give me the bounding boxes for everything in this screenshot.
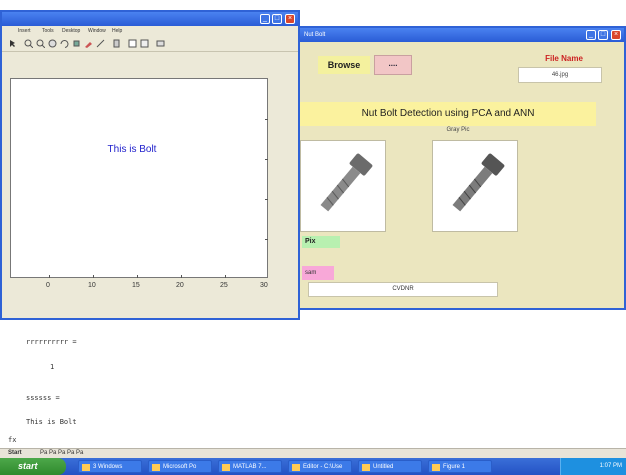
command-output-line: rrrrrrrrrr =	[26, 338, 77, 346]
figure-window: _ □ × Insert Tools Desktop Window Help T…	[0, 10, 300, 320]
system-tray: 1:07 PM	[560, 458, 626, 475]
figure-menubar: Insert Tools Desktop Window Help	[2, 26, 298, 37]
command-output-line: ssssss =	[26, 394, 60, 402]
zoom-out-icon[interactable]	[36, 39, 45, 48]
figure-axes[interactable]	[10, 78, 268, 278]
brush-icon[interactable]	[84, 39, 93, 48]
x-tick-label: 10	[88, 282, 96, 289]
datacursor-icon[interactable]	[72, 39, 81, 48]
window-icon	[222, 464, 230, 471]
taskbar-item-label: Untitled	[373, 464, 394, 470]
x-tick	[137, 275, 138, 278]
menu-window[interactable]: Window	[88, 28, 106, 34]
command-output-line: This is Bolt	[26, 418, 77, 426]
x-tick-label: 30	[260, 282, 268, 289]
x-tick-label: 0	[46, 282, 50, 289]
original-image-panel	[300, 140, 386, 232]
title-banner: Nut Bolt Detection using PCA and ANN	[300, 102, 596, 126]
result-field[interactable]: CVDNR	[308, 282, 498, 297]
pan-icon[interactable]	[48, 39, 57, 48]
command-output-line: 1	[50, 363, 55, 371]
x-tick	[49, 275, 50, 278]
taskbar-item[interactable]: Untitled	[358, 460, 422, 473]
maximize-icon[interactable]: □	[598, 30, 608, 40]
y-tick	[265, 199, 268, 200]
link-icon[interactable]	[96, 39, 105, 48]
x-tick	[93, 275, 94, 278]
window-icon	[292, 464, 300, 471]
gray-pic-label: Gray Pic	[446, 127, 470, 133]
pix-label: Pix	[302, 236, 340, 248]
y-tick	[265, 239, 268, 240]
y-tick	[265, 159, 268, 160]
nut-bolt-gui-window: Nut Bolt _ □ × Browse .... File Name 46.…	[296, 26, 626, 310]
file-name-field[interactable]: 46.jpg	[518, 67, 602, 83]
status-start-label[interactable]: Start	[8, 450, 22, 456]
arrow-icon[interactable]	[8, 39, 17, 48]
taskbar-item-label: MATLAB 7...	[233, 464, 267, 470]
menu-help[interactable]: Help	[112, 28, 122, 34]
x-tick-label: 25	[220, 282, 228, 289]
window-icon	[82, 464, 90, 471]
window-icon	[362, 464, 370, 471]
minimize-icon[interactable]: _	[586, 30, 596, 40]
taskbar: start 3 Windows Microsoft Po MATLAB 7...…	[0, 458, 626, 475]
menu-desktop[interactable]: Desktop	[62, 28, 80, 34]
taskbar-item[interactable]: MATLAB 7...	[218, 460, 282, 473]
y-tick	[265, 119, 268, 120]
gray-bolt-image	[452, 153, 505, 212]
browse-button[interactable]: ....	[374, 55, 412, 75]
minimize-icon[interactable]: _	[260, 14, 270, 24]
gui-title: Nut Bolt	[304, 32, 326, 38]
command-prompt: fx	[8, 436, 17, 444]
taskbar-item-label: 3 Windows	[93, 464, 123, 470]
x-tick-label: 20	[176, 282, 184, 289]
gui-titlebar[interactable]: Nut Bolt _ □ ×	[298, 28, 624, 42]
colorbar-icon[interactable]	[112, 39, 121, 48]
taskbar-item[interactable]: 3 Windows	[78, 460, 142, 473]
file-name-title: File Name	[545, 54, 583, 63]
menu-insert[interactable]: Insert	[18, 28, 31, 34]
legend-icon[interactable]	[128, 39, 137, 48]
command-window[interactable]: rrrrrrrrrr = 1 ssssss = This is Bolt fx	[0, 318, 626, 448]
x-tick-label: 15	[132, 282, 140, 289]
x-tick	[181, 275, 182, 278]
taskbar-item[interactable]: Figure 1	[428, 460, 492, 473]
figure-titlebar[interactable]: _ □ ×	[2, 12, 298, 26]
close-icon[interactable]: ×	[285, 14, 295, 24]
start-button[interactable]: start	[0, 458, 66, 475]
sam-label: sam	[302, 266, 334, 280]
taskbar-item[interactable]: Editor - C:\Use	[288, 460, 352, 473]
status-text: Pa Pa Pa Pa Pa	[40, 450, 84, 456]
window-icon	[152, 464, 160, 471]
taskbar-item-label: Editor - C:\Use	[303, 464, 343, 470]
taskbar-item-label: Microsoft Po	[163, 464, 197, 470]
plot-tools-icon[interactable]	[156, 39, 165, 48]
menu-tools[interactable]: Tools	[42, 28, 54, 34]
maximize-icon[interactable]: □	[272, 14, 282, 24]
taskbar-item[interactable]: Microsoft Po	[148, 460, 212, 473]
start-label: start	[18, 461, 38, 471]
axes-annotation: This is Bolt	[107, 144, 157, 155]
window-icon	[432, 464, 440, 471]
gray-image-panel	[432, 140, 518, 232]
x-tick	[225, 275, 226, 278]
clock[interactable]: 1:07 PM	[600, 463, 622, 469]
browse-label: Browse	[318, 56, 370, 74]
zoom-in-icon[interactable]	[24, 39, 33, 48]
rotate-icon[interactable]	[60, 39, 69, 48]
grid-icon[interactable]	[140, 39, 149, 48]
bolt-image	[320, 153, 373, 212]
taskbar-item-label: Figure 1	[443, 464, 466, 470]
close-icon[interactable]: ×	[611, 30, 621, 40]
figure-toolbar	[2, 37, 298, 52]
